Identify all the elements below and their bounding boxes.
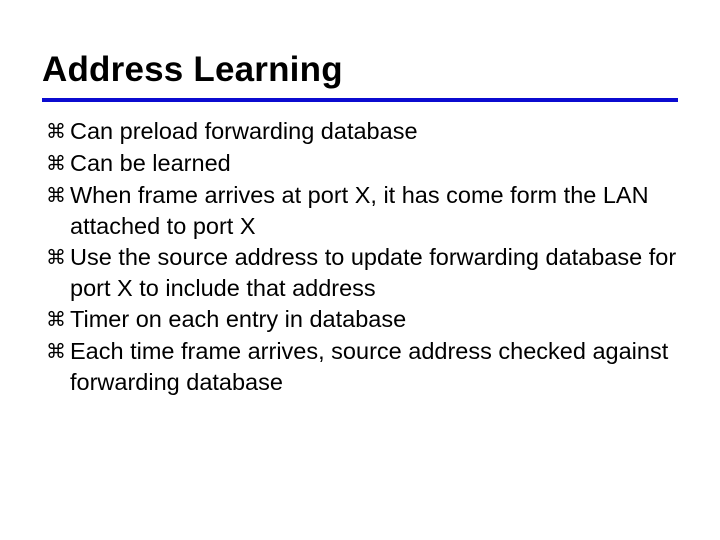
bullet-icon: ⌘: [46, 336, 66, 368]
bullet-text: When frame arrives at port X, it has com…: [70, 180, 678, 242]
bullet-icon: ⌘: [46, 180, 66, 212]
bullet-icon: ⌘: [46, 304, 66, 336]
bullet-icon: ⌘: [46, 116, 66, 148]
bullet-icon: ⌘: [46, 242, 66, 274]
bullet-text: Each time frame arrives, source address …: [70, 336, 678, 398]
bullet-icon: ⌘: [46, 148, 66, 180]
list-item: ⌘ Timer on each entry in database: [46, 304, 678, 336]
slide: Address Learning ⌘ Can preload forwardin…: [0, 0, 720, 540]
title-underline: [42, 98, 678, 102]
bullet-text: Can preload forwarding database: [70, 116, 418, 147]
list-item: ⌘ Use the source address to update forwa…: [46, 242, 678, 304]
bullet-text: Use the source address to update forward…: [70, 242, 678, 304]
bullet-text: Can be learned: [70, 148, 231, 179]
slide-title: Address Learning: [42, 50, 678, 90]
list-item: ⌘ Can be learned: [46, 148, 678, 180]
list-item: ⌘ When frame arrives at port X, it has c…: [46, 180, 678, 242]
bullet-list: ⌘ Can preload forwarding database ⌘ Can …: [42, 116, 678, 398]
bullet-text: Timer on each entry in database: [70, 304, 406, 335]
list-item: ⌘ Can preload forwarding database: [46, 116, 678, 148]
list-item: ⌘ Each time frame arrives, source addres…: [46, 336, 678, 398]
